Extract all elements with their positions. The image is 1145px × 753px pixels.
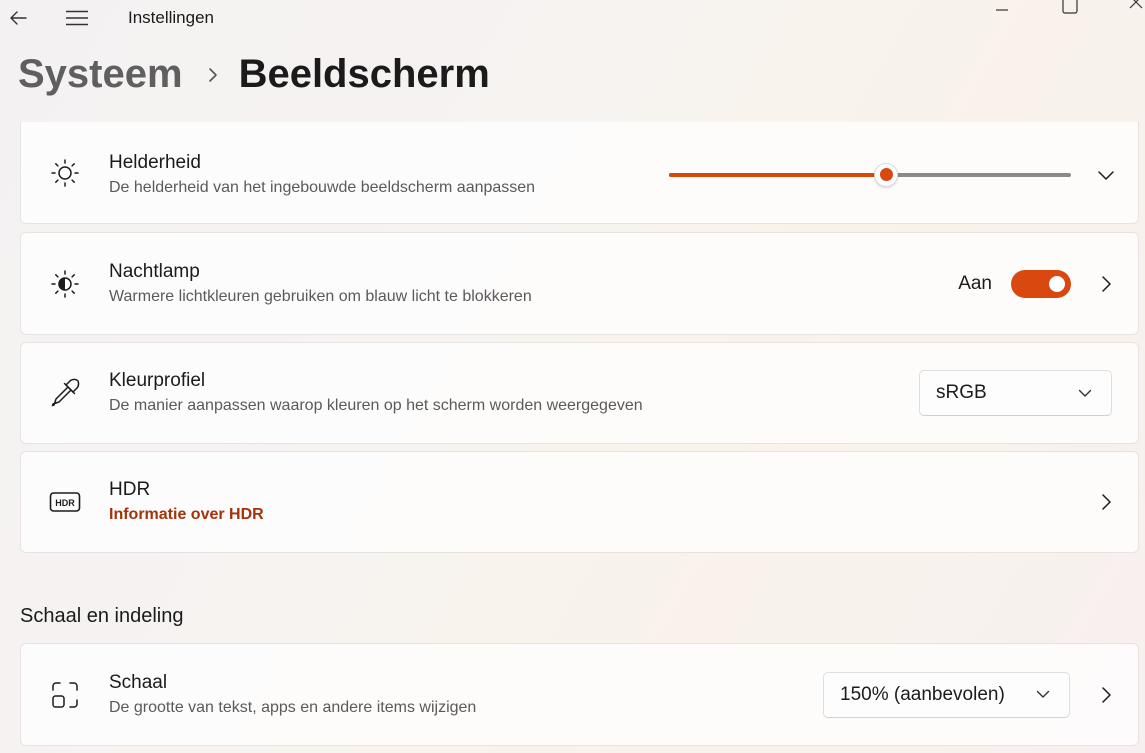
chevron-down-icon xyxy=(1098,170,1114,180)
breadcrumb-parent[interactable]: Systeem xyxy=(18,52,183,97)
nightlight-card[interactable]: Nachtlamp Warmere lichtkleuren gebruiken… xyxy=(20,232,1139,335)
scale-card[interactable]: Schaal De grootte van tekst, apps en and… xyxy=(20,643,1139,746)
navigation-menu-button[interactable] xyxy=(58,0,96,36)
color-profile-card: Kleurprofiel De manier aanpassen waarop … xyxy=(20,342,1139,444)
color-profile-text: Kleurprofiel De manier aanpassen waarop … xyxy=(109,369,643,417)
hdr-text: HDR Informatie over HDR xyxy=(109,478,264,526)
hdr-open-button[interactable] xyxy=(1096,492,1116,512)
app-title: Instellingen xyxy=(128,8,215,27)
breadcrumb-chevron-icon xyxy=(207,66,219,84)
nightlight-state-label: Aan xyxy=(958,272,992,294)
slider-thumb-dot xyxy=(879,168,893,181)
chevron-right-icon xyxy=(1102,686,1111,703)
hdr-info-link[interactable]: Informatie over HDR xyxy=(109,504,264,526)
eyedropper-icon xyxy=(49,377,81,409)
color-profile-subtitle: De manier aanpassen waarop kleuren op he… xyxy=(109,397,643,414)
color-profile-dropdown[interactable]: sRGB xyxy=(919,370,1112,416)
maximize-button[interactable] xyxy=(1052,0,1088,16)
minimize-icon xyxy=(996,9,1008,11)
brightness-sun-icon xyxy=(49,157,81,189)
brightness-title: Helderheid xyxy=(109,151,201,173)
nightlight-subtitle: Warmere lichtkleuren gebruiken om blauw … xyxy=(109,287,532,305)
slider-fill xyxy=(669,172,887,177)
scale-resize-icon xyxy=(49,679,81,711)
brightness-expand-button[interactable] xyxy=(1096,165,1116,185)
close-button[interactable] xyxy=(1124,0,1145,16)
close-icon xyxy=(1129,0,1143,9)
chevron-down-icon xyxy=(1035,687,1051,703)
color-profile-title: Kleurprofiel xyxy=(109,370,206,391)
night-light-icon xyxy=(49,268,81,300)
scale-subtitle: De grootte van tekst, apps en andere ite… xyxy=(109,698,477,716)
scale-title: Schaal xyxy=(109,671,168,693)
slider-thumb[interactable] xyxy=(874,162,899,187)
brightness-text: Helderheid De helderheid van het ingebou… xyxy=(109,151,535,199)
back-button[interactable] xyxy=(0,0,36,36)
hdr-icon: HDR xyxy=(49,486,81,518)
section-header-scale-layout: Schaal en indeling xyxy=(20,605,184,627)
scale-text: Schaal De grootte van tekst, apps en and… xyxy=(109,671,476,719)
chevron-right-icon xyxy=(1102,275,1111,292)
color-profile-selected: sRGB xyxy=(936,382,987,403)
hdr-title: HDR xyxy=(109,479,151,500)
page-title: Beeldscherm xyxy=(238,52,490,96)
title-bar: Instellingen xyxy=(0,0,1145,36)
minimize-button[interactable] xyxy=(984,0,1020,16)
scale-selected: 150% (aanbevolen) xyxy=(840,683,1005,705)
svg-text:HDR: HDR xyxy=(55,498,75,508)
toggle-knob xyxy=(1049,275,1065,292)
nightlight-title: Nachtlamp xyxy=(109,260,200,282)
chevron-down-icon xyxy=(1077,385,1093,401)
hamburger-menu-icon xyxy=(66,10,88,26)
maximize-icon xyxy=(1062,0,1078,14)
nightlight-toggle[interactable] xyxy=(1011,269,1071,298)
nightlight-text: Nachtlamp Warmere lichtkleuren gebruiken… xyxy=(109,260,532,308)
nightlight-open-button[interactable] xyxy=(1096,274,1116,294)
brightness-slider[interactable] xyxy=(669,162,1071,187)
breadcrumb: Systeem Beeldscherm xyxy=(18,52,490,97)
brightness-card: Helderheid De helderheid van het ingebou… xyxy=(20,122,1139,224)
hdr-card[interactable]: HDR HDR Informatie over HDR xyxy=(20,451,1139,553)
back-arrow-icon xyxy=(10,11,27,25)
scale-dropdown[interactable]: 150% (aanbevolen) xyxy=(823,671,1070,718)
scale-open-button[interactable] xyxy=(1096,685,1116,705)
brightness-subtitle: De helderheid van het ingebouwde beeldsc… xyxy=(109,178,536,196)
chevron-right-icon xyxy=(1102,494,1111,510)
